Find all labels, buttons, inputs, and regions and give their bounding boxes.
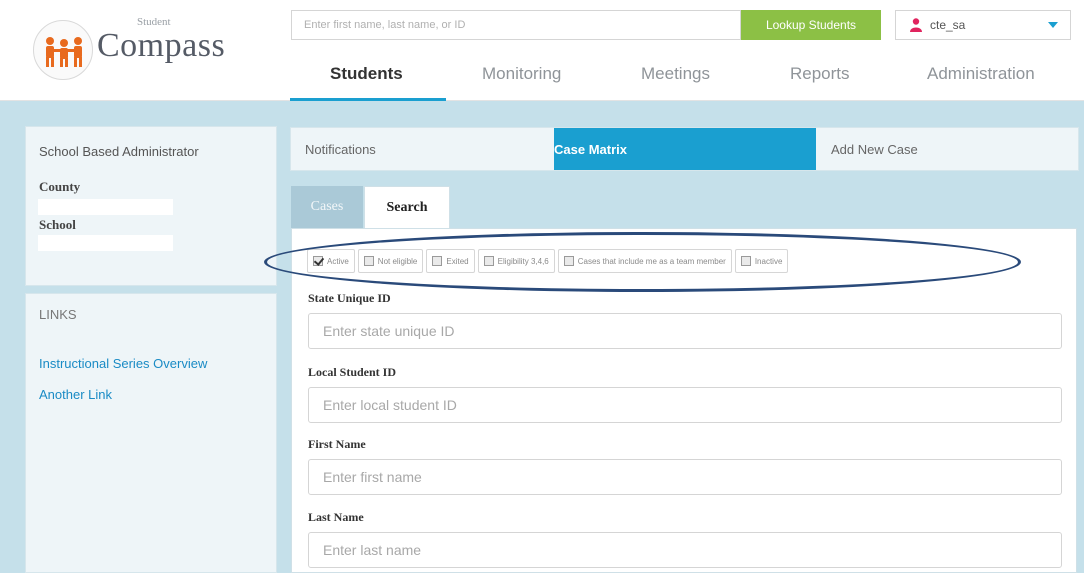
search-panel: Active Not eligible Exited Eligibility 3… <box>291 228 1077 573</box>
filter-active[interactable]: Active <box>307 249 355 273</box>
status-filters: Active Not eligible Exited Eligibility 3… <box>307 249 789 273</box>
user-menu-dropdown[interactable]: cte_sa <box>895 10 1071 40</box>
filter-inactive[interactable]: Inactive <box>734 249 789 273</box>
main-nav: Students Monitoring Meetings Reports Adm… <box>290 50 1084 101</box>
lookup-students-button[interactable]: Lookup Students <box>741 10 881 40</box>
links-title: LINKS <box>39 307 77 322</box>
filter-exited-label: Exited <box>446 256 469 266</box>
user-icon <box>910 18 922 32</box>
case-tabbar: Notifications Case Matrix Add New Case <box>290 127 1079 171</box>
app-header: Student Compass Lookup Students cte_sa S… <box>0 0 1084 101</box>
link-another[interactable]: Another Link <box>39 387 112 402</box>
sidebar-profile-card: School Based Administrator County School <box>25 126 277 286</box>
county-label: County <box>39 179 81 194</box>
logo-big-text: Compass <box>97 27 226 64</box>
checkbox-icon[interactable] <box>483 256 494 266</box>
school-value <box>38 235 173 251</box>
filter-team-member-label: Cases that include me as a team member <box>577 256 726 266</box>
user-role: School Based Administrator <box>39 144 199 159</box>
student-compass-logo[interactable]: Student Compass <box>33 14 253 80</box>
county-value <box>38 199 173 215</box>
tab-add-new-case[interactable]: Add New Case <box>817 128 1079 170</box>
tab-case-matrix-label: Case Matrix <box>554 141 627 157</box>
local-id-label: Local Student ID <box>308 365 397 379</box>
filter-eligibility[interactable]: Eligibility 3,4,6 <box>477 249 555 273</box>
checkbox-icon[interactable] <box>432 256 443 266</box>
local-id-input[interactable] <box>308 387 1062 423</box>
filter-not-eligible[interactable]: Not eligible <box>357 249 424 273</box>
subtab-search[interactable]: Search <box>364 186 450 228</box>
tab-add-new-case-label: Add New Case <box>831 141 918 157</box>
school-label: School <box>39 217 76 232</box>
family-logo-icon <box>33 20 93 80</box>
username-label: cte_sa <box>930 18 966 32</box>
state-id-input[interactable] <box>308 313 1062 349</box>
subtab-cases[interactable]: Cases <box>291 186 363 228</box>
filter-eligibility-label: Eligibility 3,4,6 <box>497 256 549 266</box>
nav-reports[interactable]: Reports <box>790 64 850 84</box>
checkbox-icon[interactable] <box>740 256 751 266</box>
tab-notifications-label: Notifications <box>305 141 376 157</box>
tab-case-matrix[interactable]: Case Matrix <box>554 128 816 170</box>
filter-exited[interactable]: Exited <box>426 249 475 273</box>
tab-notifications[interactable]: Notifications <box>305 128 545 170</box>
first-name-input[interactable] <box>308 459 1062 495</box>
chevron-down-icon <box>1048 22 1058 28</box>
last-name-input[interactable] <box>308 532 1062 568</box>
checkbox-icon[interactable] <box>563 256 574 266</box>
first-name-label: First Name <box>308 437 366 451</box>
state-id-label: State Unique ID <box>308 291 391 305</box>
checkbox-icon[interactable] <box>363 256 374 266</box>
filter-active-label: Active <box>327 256 349 266</box>
filter-not-eligible-label: Not eligible <box>377 256 418 266</box>
nav-administration[interactable]: Administration <box>927 64 1035 84</box>
filter-team-member[interactable]: Cases that include me as a team member <box>557 249 732 273</box>
checkbox-checked-icon[interactable] <box>313 256 323 266</box>
nav-meetings[interactable]: Meetings <box>641 64 710 84</box>
filter-inactive-label: Inactive <box>754 256 783 266</box>
link-instructional-series[interactable]: Instructional Series Overview <box>39 356 207 371</box>
nav-monitoring[interactable]: Monitoring <box>482 64 561 84</box>
student-search-input[interactable] <box>291 10 741 40</box>
nav-students[interactable]: Students <box>330 64 403 84</box>
last-name-label: Last Name <box>308 510 364 524</box>
sidebar-links-card: LINKS Instructional Series Overview Anot… <box>25 293 277 573</box>
